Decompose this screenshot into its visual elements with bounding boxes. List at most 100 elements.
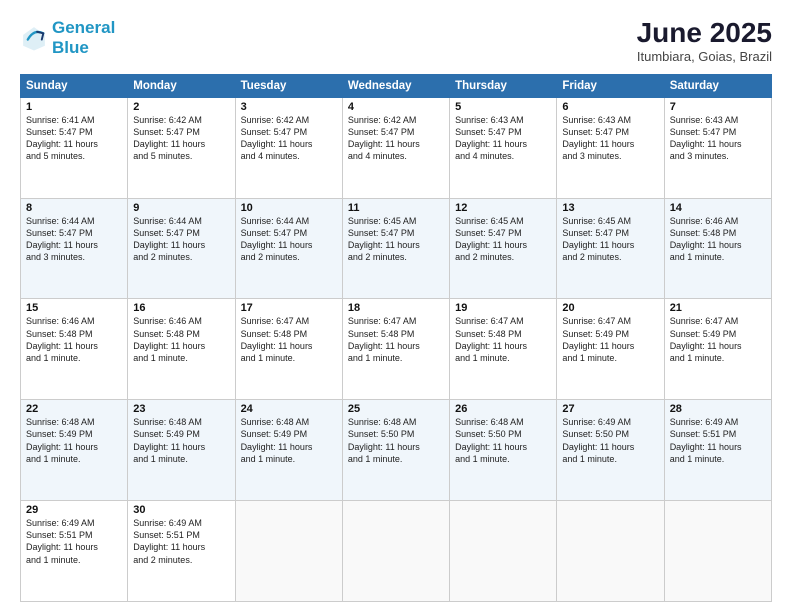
cell-info: Sunrise: 6:48 AMSunset: 5:49 PMDaylight:…: [26, 416, 122, 465]
general-blue-logo-icon: [20, 24, 48, 52]
calendar-cell: 18Sunrise: 6:47 AMSunset: 5:48 PMDayligh…: [342, 299, 449, 400]
calendar-cell: 22Sunrise: 6:48 AMSunset: 5:49 PMDayligh…: [21, 400, 128, 501]
day-number: 13: [562, 202, 658, 214]
day-number: 27: [562, 403, 658, 415]
calendar-week-5: 29 Sunrise: 6:49 AMSunset: 5:51 PMDayligh…: [21, 501, 772, 602]
day-number: 3: [241, 101, 337, 113]
cell-info: Sunrise: 6:45 AMSunset: 5:47 PMDaylight:…: [455, 215, 551, 264]
calendar-cell: 28Sunrise: 6:49 AMSunset: 5:51 PMDayligh…: [664, 400, 771, 501]
cell-info: Sunrise: 6:48 AMSunset: 5:50 PMDaylight:…: [455, 416, 551, 465]
weekday-header-sunday: Sunday: [21, 74, 128, 97]
cell-info: Sunrise: 6:42 AMSunset: 5:47 PMDaylight:…: [348, 114, 444, 163]
day-number: 28: [670, 403, 766, 415]
cell-info: Sunrise: 6:43 AMSunset: 5:47 PMDaylight:…: [562, 114, 658, 163]
cell-info: Sunrise: 6:47 AMSunset: 5:48 PMDaylight:…: [455, 315, 551, 364]
cell-info: Sunrise: 6:41 AMSunset: 5:47 PMDaylight:…: [26, 114, 122, 163]
cell-info: Sunrise: 6:48 AMSunset: 5:49 PMDaylight:…: [241, 416, 337, 465]
day-number: 24: [241, 403, 337, 415]
day-number: 26: [455, 403, 551, 415]
weekday-header-saturday: Saturday: [664, 74, 771, 97]
calendar-cell: 6Sunrise: 6:43 AMSunset: 5:47 PMDaylight…: [557, 97, 664, 198]
calendar-week-2: 8Sunrise: 6:44 AMSunset: 5:47 PMDaylight…: [21, 198, 772, 299]
calendar-cell: 4Sunrise: 6:42 AMSunset: 5:47 PMDaylight…: [342, 97, 449, 198]
day-number: 17: [241, 302, 337, 314]
day-number: 10: [241, 202, 337, 214]
day-number: 12: [455, 202, 551, 214]
cell-info: Sunrise: 6:46 AMSunset: 5:48 PMDaylight:…: [133, 315, 229, 364]
cell-info: Sunrise: 6:49 AMSunset: 5:50 PMDaylight:…: [562, 416, 658, 465]
calendar-cell: 24Sunrise: 6:48 AMSunset: 5:49 PMDayligh…: [235, 400, 342, 501]
calendar-cell: 17Sunrise: 6:47 AMSunset: 5:48 PMDayligh…: [235, 299, 342, 400]
calendar-cell: [235, 501, 342, 602]
calendar-cell: [557, 501, 664, 602]
calendar-cell: 30Sunrise: 6:49 AMSunset: 5:51 PMDayligh…: [128, 501, 235, 602]
calendar-cell: 8Sunrise: 6:44 AMSunset: 5:47 PMDaylight…: [21, 198, 128, 299]
location: Itumbiara, Goias, Brazil: [637, 49, 772, 64]
calendar-cell: [342, 501, 449, 602]
day-number: 29: [26, 504, 122, 516]
calendar-cell: [664, 501, 771, 602]
title-block: June 2025 Itumbiara, Goias, Brazil: [637, 18, 772, 64]
calendar-body: 1Sunrise: 6:41 AMSunset: 5:47 PMDaylight…: [21, 97, 772, 601]
day-number: 22: [26, 403, 122, 415]
day-number: 20: [562, 302, 658, 314]
cell-info: Sunrise: 6:47 AMSunset: 5:48 PMDaylight:…: [241, 315, 337, 364]
day-number: 21: [670, 302, 766, 314]
calendar-cell: 25Sunrise: 6:48 AMSunset: 5:50 PMDayligh…: [342, 400, 449, 501]
cell-info: Sunrise: 6:44 AMSunset: 5:47 PMDaylight:…: [26, 215, 122, 264]
cell-info: Sunrise: 6:46 AMSunset: 5:48 PMDaylight:…: [26, 315, 122, 364]
logo-line1: General: [52, 18, 115, 37]
calendar-week-1: 1Sunrise: 6:41 AMSunset: 5:47 PMDaylight…: [21, 97, 772, 198]
weekday-header-friday: Friday: [557, 74, 664, 97]
calendar-cell: 15Sunrise: 6:46 AMSunset: 5:48 PMDayligh…: [21, 299, 128, 400]
day-number: 23: [133, 403, 229, 415]
calendar-cell: 19Sunrise: 6:47 AMSunset: 5:48 PMDayligh…: [450, 299, 557, 400]
day-number: 11: [348, 202, 444, 214]
calendar-cell: 1Sunrise: 6:41 AMSunset: 5:47 PMDaylight…: [21, 97, 128, 198]
cell-info: Sunrise: 6:47 AMSunset: 5:48 PMDaylight:…: [348, 315, 444, 364]
day-number: 1: [26, 101, 122, 113]
cell-info: Sunrise: 6:48 AMSunset: 5:50 PMDaylight:…: [348, 416, 444, 465]
calendar-cell: [450, 501, 557, 602]
page: General Blue June 2025 Itumbiara, Goias,…: [0, 0, 792, 612]
logo-line2: Blue: [52, 38, 115, 58]
day-number: 14: [670, 202, 766, 214]
cell-info: Sunrise: 6:47 AMSunset: 5:49 PMDaylight:…: [670, 315, 766, 364]
calendar-cell: 29Sunrise: 6:49 AMSunset: 5:51 PMDayligh…: [21, 501, 128, 602]
header: General Blue June 2025 Itumbiara, Goias,…: [20, 18, 772, 64]
day-number: 19: [455, 302, 551, 314]
day-number: 25: [348, 403, 444, 415]
day-number: 18: [348, 302, 444, 314]
logo-text: General Blue: [52, 18, 115, 57]
day-number: 16: [133, 302, 229, 314]
cell-info: Sunrise: 6:49 AMSunset: 5:51 PMDaylight:…: [133, 517, 229, 566]
calendar-cell: 21Sunrise: 6:47 AMSunset: 5:49 PMDayligh…: [664, 299, 771, 400]
calendar-cell: 27Sunrise: 6:49 AMSunset: 5:50 PMDayligh…: [557, 400, 664, 501]
day-number: 9: [133, 202, 229, 214]
cell-info: Sunrise: 6:44 AMSunset: 5:47 PMDaylight:…: [133, 215, 229, 264]
day-number: 4: [348, 101, 444, 113]
calendar-cell: 14Sunrise: 6:46 AMSunset: 5:48 PMDayligh…: [664, 198, 771, 299]
cell-info: Sunrise: 6:47 AMSunset: 5:49 PMDaylight:…: [562, 315, 658, 364]
day-number: 7: [670, 101, 766, 113]
cell-info: Sunrise: 6:42 AMSunset: 5:47 PMDaylight:…: [133, 114, 229, 163]
day-number: 2: [133, 101, 229, 113]
calendar-cell: 26Sunrise: 6:48 AMSunset: 5:50 PMDayligh…: [450, 400, 557, 501]
cell-info: Sunrise: 6:46 AMSunset: 5:48 PMDaylight:…: [670, 215, 766, 264]
calendar-cell: 9Sunrise: 6:44 AMSunset: 5:47 PMDaylight…: [128, 198, 235, 299]
calendar-cell: 10Sunrise: 6:44 AMSunset: 5:47 PMDayligh…: [235, 198, 342, 299]
cell-info: Sunrise: 6:43 AMSunset: 5:47 PMDaylight:…: [455, 114, 551, 163]
calendar-cell: 16Sunrise: 6:46 AMSunset: 5:48 PMDayligh…: [128, 299, 235, 400]
calendar-week-4: 22Sunrise: 6:48 AMSunset: 5:49 PMDayligh…: [21, 400, 772, 501]
cell-info: Sunrise: 6:43 AMSunset: 5:47 PMDaylight:…: [670, 114, 766, 163]
month-year: June 2025: [637, 18, 772, 49]
cell-info: Sunrise: 6:48 AMSunset: 5:49 PMDaylight:…: [133, 416, 229, 465]
day-number: 30: [133, 504, 229, 516]
day-number: 6: [562, 101, 658, 113]
calendar-cell: 2Sunrise: 6:42 AMSunset: 5:47 PMDaylight…: [128, 97, 235, 198]
weekday-header-row: SundayMondayTuesdayWednesdayThursdayFrid…: [21, 74, 772, 97]
weekday-header-wednesday: Wednesday: [342, 74, 449, 97]
cell-info: Sunrise: 6:45 AMSunset: 5:47 PMDaylight:…: [562, 215, 658, 264]
calendar-table: SundayMondayTuesdayWednesdayThursdayFrid…: [20, 74, 772, 602]
calendar-cell: 11Sunrise: 6:45 AMSunset: 5:47 PMDayligh…: [342, 198, 449, 299]
